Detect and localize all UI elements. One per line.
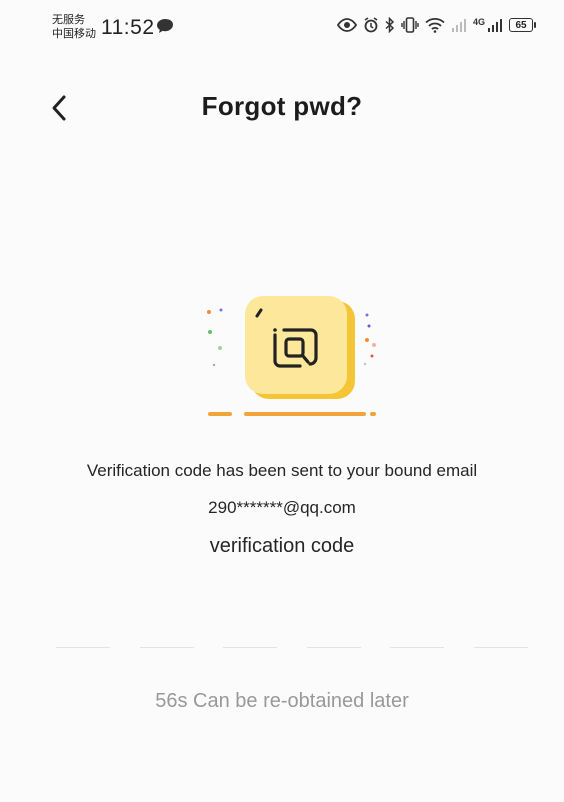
bluetooth-icon <box>385 17 395 33</box>
resend-countdown: 56s Can be re-obtained later <box>155 690 409 712</box>
page-title: Forgot pwd? <box>201 91 363 121</box>
header: Forgot pwd? <box>0 80 564 136</box>
wifi-icon <box>425 17 445 33</box>
signal-strength-icon <box>487 17 503 33</box>
verification-code-input[interactable] <box>56 610 528 648</box>
code-digit-5[interactable] <box>390 610 445 648</box>
message-icon <box>156 18 174 39</box>
status-bar: 无服务 中国移动 11:52 4G 65 <box>0 0 564 50</box>
code-digit-2[interactable] <box>139 610 194 648</box>
code-digit-4[interactable] <box>306 610 361 648</box>
signal-icon <box>451 17 467 33</box>
verification-message: Verification code has been sent to your … <box>86 461 478 480</box>
status-icons: 4G 65 <box>336 17 536 33</box>
carrier-name: 中国移动 <box>52 28 96 40</box>
network-type-label: 4G <box>472 17 485 27</box>
email-illustration <box>200 290 380 425</box>
verification-code-label: verification code <box>209 535 355 557</box>
battery-level: 65 <box>509 18 533 32</box>
masked-email: 290*******@qq.com <box>208 498 356 517</box>
status-time: 11:52 <box>101 16 155 39</box>
carrier-status: 无服务 <box>52 14 85 26</box>
eye-icon <box>336 18 357 32</box>
alarm-icon <box>363 17 379 33</box>
code-digit-1[interactable] <box>56 610 110 648</box>
code-digit-3[interactable] <box>223 610 278 648</box>
vibrate-icon <box>401 17 419 33</box>
code-digit-6[interactable] <box>473 610 528 648</box>
battery-icon: 65 <box>509 18 536 32</box>
carrier-info: 无服务 中国移动 <box>52 13 96 41</box>
